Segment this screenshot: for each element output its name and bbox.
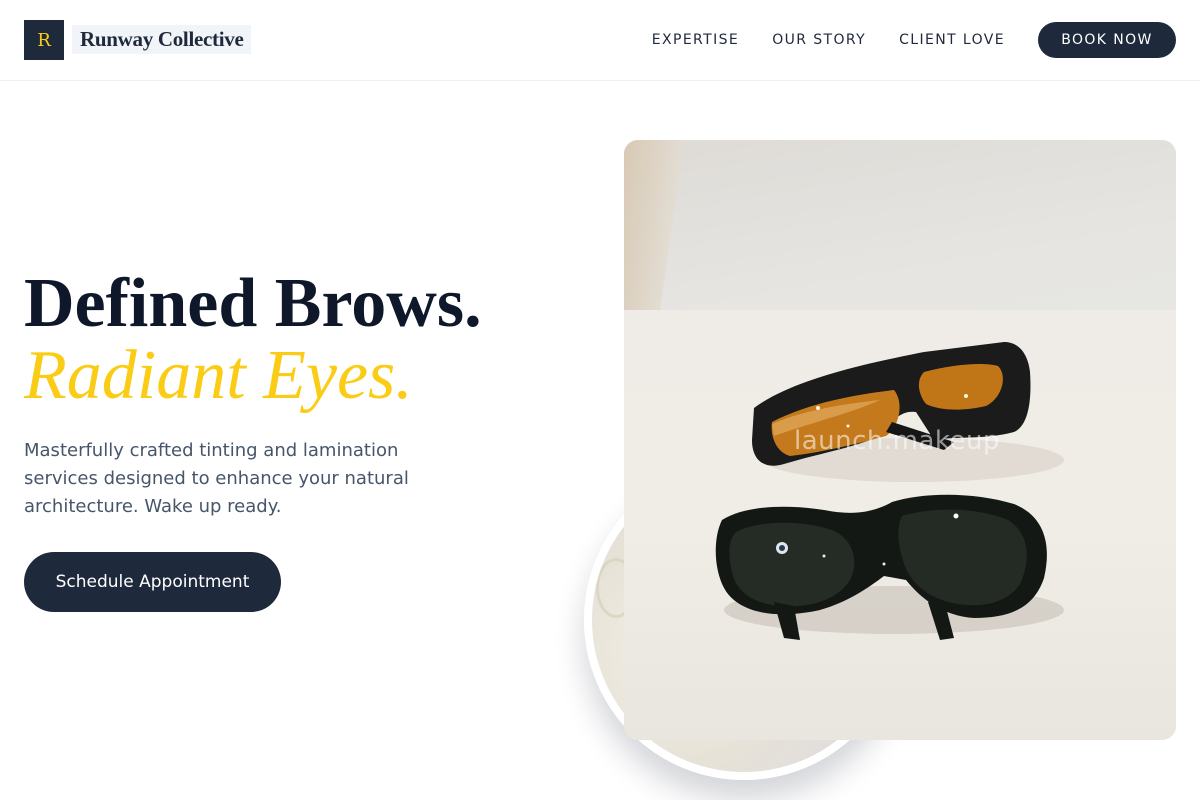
nav-our-story[interactable]: OUR STORY	[772, 32, 866, 48]
hero-subtext: Masterfully crafted tinting and laminati…	[24, 440, 409, 517]
book-now-button[interactable]: BOOK NOW	[1038, 22, 1176, 58]
hero-headline-line1: Defined Brows.	[24, 265, 482, 342]
schedule-appointment-button[interactable]: Schedule Appointment	[24, 552, 281, 612]
dark-sunglasses	[715, 494, 1064, 640]
hero-photo-sunglasses: launch.makeup	[624, 140, 1176, 740]
brand-name[interactable]: Runway Collective	[72, 25, 252, 54]
main-nav: EXPERTISE OUR STORY CLIENT LOVE BOOK NOW	[652, 22, 1176, 58]
site-header: R Runway Collective EXPERTISE OUR STORY …	[0, 0, 1200, 81]
amber-sunglasses	[752, 342, 1064, 482]
nav-client-love[interactable]: CLIENT LOVE	[899, 32, 1005, 48]
photo-watermark: launch.makeup	[794, 426, 1001, 456]
logo-mark[interactable]: R	[24, 20, 64, 60]
hero-headline-line2: Radiant Eyes.	[24, 337, 413, 414]
nav-expertise[interactable]: EXPERTISE	[652, 32, 739, 48]
